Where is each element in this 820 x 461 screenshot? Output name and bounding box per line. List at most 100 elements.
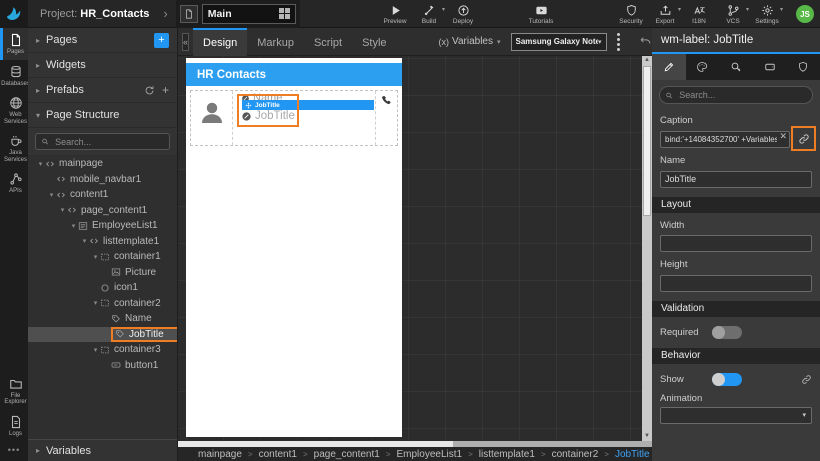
tab-design[interactable]: Design: [193, 27, 248, 56]
tree-node-listtemplate1[interactable]: ▾ listtemplate1: [28, 234, 177, 250]
topbar-action-build[interactable]: ▾ Build: [412, 0, 446, 28]
rail-item-apis[interactable]: APIs: [0, 167, 28, 199]
breadcrumb-item-jobtitle[interactable]: JobTitle: [615, 449, 650, 460]
rail-item-logs[interactable]: Logs: [0, 410, 28, 442]
section-widgets[interactable]: ▸ Widgets: [28, 53, 177, 78]
tree-node-icon1[interactable]: icon1: [28, 280, 177, 296]
horizontal-scroll-thumb[interactable]: [178, 441, 453, 447]
expand-arrow-icon[interactable]: ▾: [91, 346, 100, 354]
user-avatar[interactable]: JS: [796, 5, 814, 23]
device-selector[interactable]: Samsung Galaxy Note III ▾: [510, 32, 607, 51]
chevron-right-icon[interactable]: ›: [163, 6, 167, 21]
topbar-action-i18n[interactable]: I18N: [682, 0, 716, 28]
breadcrumb-item-listtemplate1[interactable]: listtemplate1: [479, 449, 535, 460]
topbar-action-tutorials[interactable]: Tutorials: [524, 0, 558, 28]
scroll-up-icon[interactable]: ▲: [642, 56, 652, 65]
rail-item-pages[interactable]: Pages: [0, 28, 28, 60]
canvas-vertical-scrollbar[interactable]: ▲ ▼: [642, 56, 652, 441]
width-input[interactable]: [660, 235, 812, 252]
expand-arrow-icon[interactable]: ▾: [47, 191, 56, 199]
tree-node-content1[interactable]: ▾ content1: [28, 187, 177, 203]
collapse-left-panel-button[interactable]: «: [182, 32, 190, 51]
tree-node-name[interactable]: Name: [28, 311, 177, 327]
breadcrumb-item-content1[interactable]: content1: [259, 449, 297, 460]
height-input[interactable]: [660, 274, 812, 292]
phone-button-cell[interactable]: [375, 91, 397, 145]
inspector-tab-security[interactable]: [786, 54, 820, 80]
tree-node-button1[interactable]: button1: [28, 358, 177, 374]
more-options-icon[interactable]: •••: [0, 441, 28, 461]
tree-node-container1[interactable]: ▾ container1: [28, 249, 177, 265]
topbar-action-preview[interactable]: Preview: [378, 0, 412, 28]
inspector-search-box[interactable]: [659, 86, 813, 104]
inspector-tab-device[interactable]: [753, 54, 787, 80]
tree-node-container3[interactable]: ▾ container3: [28, 342, 177, 358]
expand-arrow-icon[interactable]: ▾: [91, 299, 100, 307]
tree-node-mobile_navbar1[interactable]: mobile_navbar1: [28, 172, 177, 188]
caption-input[interactable]: [660, 131, 790, 148]
refresh-icon[interactable]: [144, 85, 155, 96]
expand-arrow-icon[interactable]: ▾: [36, 160, 45, 168]
tab-markup[interactable]: Markup: [247, 28, 304, 56]
expand-arrow-icon[interactable]: ▾: [80, 237, 89, 245]
tree-node-mainpage[interactable]: ▾ mainpage: [28, 156, 177, 172]
topbar-action-security[interactable]: Security: [614, 0, 648, 28]
vertical-scroll-thumb[interactable]: [643, 66, 651, 216]
tab-main[interactable]: Main: [201, 3, 296, 24]
rail-item-java-services[interactable]: Java Services: [0, 129, 28, 167]
picture-cell[interactable]: [191, 91, 233, 145]
scroll-down-icon[interactable]: ▼: [642, 432, 652, 441]
expand-arrow-icon[interactable]: ▾: [69, 222, 78, 230]
show-toggle[interactable]: [712, 372, 742, 386]
tree-node-page_content1[interactable]: ▾ page_content1: [28, 203, 177, 219]
variables-dropdown[interactable]: (x) Variables ▾: [439, 36, 501, 47]
inspector-tab-properties[interactable]: [652, 54, 686, 80]
page-file-icon[interactable]: [179, 4, 198, 23]
rail-item-databases[interactable]: Databases: [0, 60, 30, 92]
undo-button[interactable]: [639, 35, 652, 48]
tree-node-jobtitle[interactable]: JobTitle: [28, 326, 177, 342]
mobile-navbar[interactable]: HR Contacts: [186, 63, 402, 86]
section-pages[interactable]: ▸ Pages +: [28, 28, 177, 53]
tree-node-employeelist1[interactable]: ▾ EmployeeList1: [28, 218, 177, 234]
section-page-structure[interactable]: ▾ Page Structure: [28, 103, 177, 128]
topbar-action-vcs[interactable]: ▾ VCS: [716, 0, 750, 28]
clear-icon[interactable]: ✕: [779, 131, 787, 142]
wavemaker-logo[interactable]: [0, 0, 28, 28]
breadcrumb-item-container2[interactable]: container2: [552, 449, 599, 460]
breadcrumb-item-employeelist1[interactable]: EmployeeList1: [396, 449, 462, 460]
add-prefab-icon[interactable]: +: [162, 83, 169, 97]
topbar-action-export[interactable]: ▾ Export: [648, 0, 682, 28]
breadcrumb-item-page_content1[interactable]: page_content1: [314, 449, 380, 460]
section-prefabs[interactable]: ▸ Prefabs +: [28, 78, 177, 103]
design-canvas[interactable]: HR Contacts Name JobTitle JobTitle ▲ ▼: [178, 56, 652, 441]
expand-arrow-icon[interactable]: ▾: [91, 253, 100, 261]
tab-script[interactable]: Script: [304, 28, 352, 56]
list-template-item[interactable]: Name JobTitle JobTitle: [190, 90, 398, 146]
tree-search-input[interactable]: [53, 135, 164, 148]
breadcrumb-item-mainpage[interactable]: mainpage: [198, 449, 242, 460]
add-page-button[interactable]: +: [154, 32, 169, 48]
section-variables[interactable]: ▸ Variables: [28, 439, 177, 461]
rail-item-file-explorer[interactable]: File Explorer: [0, 372, 28, 410]
inspector-search-input[interactable]: [677, 89, 807, 101]
rail-item-web-services[interactable]: Web Services: [0, 91, 28, 129]
phone-preview[interactable]: HR Contacts Name JobTitle JobTitle: [186, 58, 402, 437]
name-input[interactable]: [660, 170, 812, 188]
label-cell[interactable]: Name JobTitle JobTitle: [233, 91, 375, 145]
tree-node-container2[interactable]: ▾ container2: [28, 296, 177, 312]
topbar-action-settings[interactable]: ▾ Settings: [750, 0, 784, 28]
expand-arrow-icon[interactable]: ▾: [58, 206, 67, 214]
tab-style[interactable]: Style: [352, 28, 396, 56]
inspector-tab-events[interactable]: [719, 54, 753, 80]
bind-property-button[interactable]: [791, 126, 816, 151]
bind-show-button[interactable]: [801, 374, 812, 385]
canvas-horizontal-scrollbar[interactable]: [178, 441, 652, 447]
tree-node-picture[interactable]: Picture: [28, 265, 177, 281]
tree-search-box[interactable]: [35, 133, 170, 150]
topbar-action-deploy[interactable]: Deploy: [446, 0, 480, 28]
required-toggle[interactable]: [712, 325, 742, 339]
inspector-tab-style[interactable]: [686, 54, 720, 80]
kebab-menu-icon[interactable]: [616, 32, 620, 51]
grid-icon[interactable]: [278, 8, 290, 19]
